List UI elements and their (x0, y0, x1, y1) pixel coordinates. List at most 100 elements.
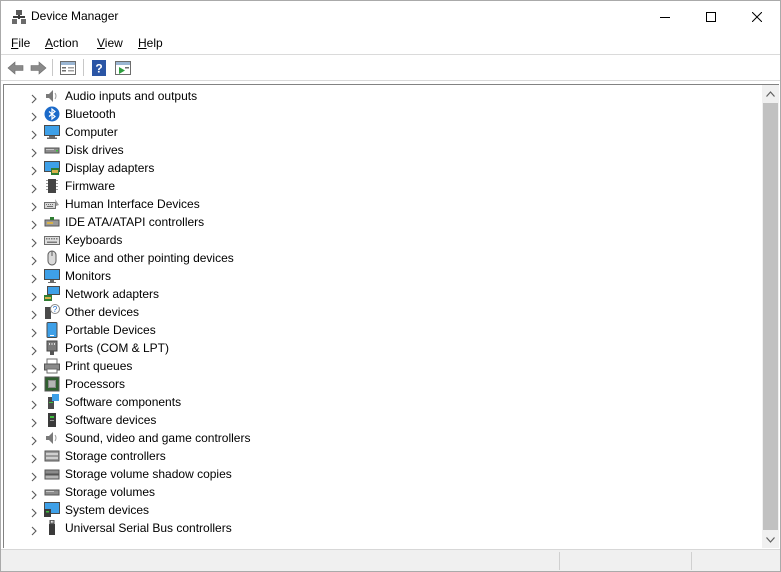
disk-drive-icon (44, 142, 60, 158)
tree-item-software-devices[interactable]: Software devices (4, 411, 762, 429)
minimize-button[interactable] (642, 1, 688, 32)
toolbar: ? (1, 54, 780, 81)
tree-item-label: Audio inputs and outputs (65, 89, 198, 103)
tree-item-label: Portable Devices (65, 323, 156, 337)
ide-controller-icon (44, 214, 60, 230)
tree-item-print-queues[interactable]: Print queues (4, 357, 762, 375)
tree-item-bluetooth[interactable]: Bluetooth (4, 105, 762, 123)
toolbar-separator (83, 59, 84, 76)
scroll-up-button[interactable] (762, 85, 779, 102)
chevron-right-icon[interactable] (29, 433, 39, 446)
tree-item-storage-controllers[interactable]: Storage controllers (4, 447, 762, 465)
chevron-right-icon[interactable] (29, 361, 39, 374)
chevron-right-icon[interactable] (29, 469, 39, 482)
tree-item-label: Computer (65, 125, 118, 139)
forward-arrow-icon (30, 61, 46, 75)
system-device-icon (44, 502, 60, 518)
tree-item-disk-drives[interactable]: Disk drives (4, 141, 762, 159)
chevron-right-icon[interactable] (29, 289, 39, 302)
help-icon: ? (92, 60, 106, 76)
device-tree: Audio inputs and outputs Bluetooth Compute… (4, 87, 762, 537)
tree-item-system-devices[interactable]: System devices (4, 501, 762, 519)
chevron-right-icon[interactable] (29, 523, 39, 536)
network-adapter-icon (44, 286, 60, 302)
back-button[interactable] (6, 59, 24, 77)
scroll-thumb[interactable] (763, 103, 778, 530)
tree-item-universal-serial-bus-controllers[interactable]: Universal Serial Bus controllers (4, 519, 762, 537)
chevron-right-icon[interactable] (29, 235, 39, 248)
software-component-icon (44, 394, 60, 410)
tree-item-storage-volume-shadow-copies[interactable]: Storage volume shadow copies (4, 465, 762, 483)
tree-item-audio-inputs-and-outputs[interactable]: Audio inputs and outputs (4, 87, 762, 105)
tree-item-label: Ports (COM & LPT) (65, 341, 170, 355)
tree-item-label: System devices (65, 503, 150, 517)
chevron-right-icon[interactable] (29, 145, 39, 158)
chevron-right-icon[interactable] (29, 127, 39, 140)
scroll-down-button[interactable] (762, 531, 779, 548)
close-button[interactable] (734, 1, 780, 32)
tree-item-label: Other devices (65, 305, 140, 319)
tree-item-storage-volumes[interactable]: Storage volumes (4, 483, 762, 501)
properties-button[interactable] (59, 59, 77, 77)
chevron-right-icon[interactable] (29, 163, 39, 176)
tree-item-firmware[interactable]: Firmware (4, 177, 762, 195)
tree-item-monitors[interactable]: Monitors (4, 267, 762, 285)
chevron-right-icon[interactable] (29, 379, 39, 392)
chevron-right-icon[interactable] (29, 253, 39, 266)
tree-item-label: Universal Serial Bus controllers (65, 521, 232, 535)
tree-item-label: Processors (65, 377, 126, 391)
chevron-right-icon[interactable] (29, 217, 39, 230)
tree-item-human-interface-devices[interactable]: Human Interface Devices (4, 195, 762, 213)
tree-item-software-components[interactable]: Software components (4, 393, 762, 411)
chevron-right-icon[interactable] (29, 181, 39, 194)
chevron-right-icon[interactable] (29, 451, 39, 464)
unknown-device-icon: ? (44, 304, 60, 320)
chevron-right-icon[interactable] (29, 505, 39, 518)
tree-item-display-adapters[interactable]: Display adapters (4, 159, 762, 177)
tree-item-other-devices[interactable]: ? Other devices (4, 303, 762, 321)
help-button[interactable]: ? (90, 59, 108, 77)
tree-item-processors[interactable]: Processors (4, 375, 762, 393)
tree-item-sound-video-and-game-controllers[interactable]: Sound, video and game controllers (4, 429, 762, 447)
chevron-right-icon[interactable] (29, 109, 39, 122)
chevron-right-icon[interactable] (29, 415, 39, 428)
device-tree-panel: Audio inputs and outputs Bluetooth Compute… (3, 84, 779, 548)
chevron-right-icon[interactable] (29, 271, 39, 284)
toolbar-separator (52, 59, 53, 76)
processor-icon (44, 376, 60, 392)
vertical-scrollbar[interactable] (762, 85, 779, 548)
tree-item-ide-ata-atapi-controllers[interactable]: IDE ATA/ATAPI controllers (4, 213, 762, 231)
tree-item-label: Print queues (65, 359, 133, 373)
tree-item-label: Sound, video and game controllers (65, 431, 251, 445)
firmware-chip-icon (44, 178, 60, 194)
status-bar (1, 549, 780, 571)
forward-button[interactable] (29, 59, 47, 77)
menu-help[interactable]: Help (138, 36, 163, 50)
chevron-down-icon (766, 536, 775, 543)
menu-action[interactable]: Action (45, 36, 78, 50)
title-bar[interactable]: Device Manager (1, 1, 780, 32)
maximize-button[interactable] (688, 1, 734, 32)
menu-bar: File Action View Help (1, 32, 780, 54)
tree-item-label: Bluetooth (65, 107, 116, 121)
chevron-right-icon[interactable] (29, 325, 39, 338)
scan-hardware-button[interactable] (114, 59, 132, 77)
svg-text:?: ? (95, 62, 102, 76)
tree-item-keyboards[interactable]: Keyboards (4, 231, 762, 249)
tree-item-mice-and-other-pointing-devices[interactable]: Mice and other pointing devices (4, 249, 762, 267)
tree-item-ports-com-lpt[interactable]: Ports (COM & LPT) (4, 339, 762, 357)
menu-file[interactable]: File (11, 36, 30, 50)
tree-item-network-adapters[interactable]: Network adapters (4, 285, 762, 303)
chevron-right-icon[interactable] (29, 487, 39, 500)
chevron-right-icon[interactable] (29, 343, 39, 356)
chevron-right-icon[interactable] (29, 91, 39, 104)
close-icon (752, 11, 762, 22)
chevron-right-icon[interactable] (29, 397, 39, 410)
speaker-icon (44, 88, 60, 104)
tree-item-portable-devices[interactable]: Portable Devices (4, 321, 762, 339)
tree-item-computer[interactable]: Computer (4, 123, 762, 141)
chevron-right-icon[interactable] (29, 199, 39, 212)
chevron-right-icon[interactable] (29, 307, 39, 320)
menu-view[interactable]: View (97, 36, 123, 50)
bluetooth-icon (44, 106, 60, 122)
